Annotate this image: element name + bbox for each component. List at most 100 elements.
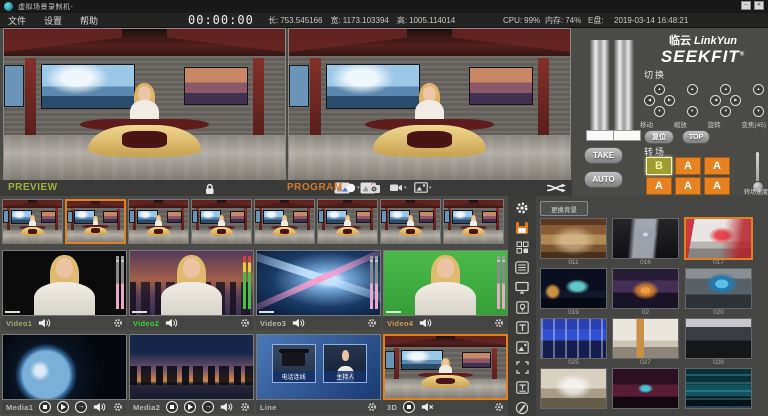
minimize-button[interactable]: ─ [741, 1, 751, 10]
scene-strip-item[interactable] [317, 199, 378, 244]
pad-rotate-down-button[interactable]: ▼ [720, 106, 731, 117]
library-scene-thumbnail[interactable] [540, 368, 607, 409]
settings-tool-icon[interactable] [514, 200, 530, 215]
pad-move-down-button[interactable]: ▼ [654, 106, 665, 117]
pad-move-up-button[interactable]: ▲ [654, 84, 665, 95]
media-settings-gear-icon[interactable] [113, 402, 123, 412]
video-camera-icon[interactable]: ▾ [389, 182, 407, 193]
snapshot-camera-icon[interactable] [367, 182, 381, 194]
source-settings-gear-icon[interactable] [113, 318, 123, 328]
pad-rotate-up-button[interactable]: ▲ [720, 84, 731, 95]
scene-strip-item[interactable] [2, 199, 63, 244]
transition-button-1[interactable]: B [646, 157, 672, 175]
stop-button[interactable] [39, 401, 51, 413]
scene-strip-item[interactable] [191, 199, 252, 244]
library-scene-thumbnail[interactable] [612, 268, 679, 309]
pad-move-left-button[interactable]: ◀ [644, 95, 655, 106]
scene-strip-item[interactable] [443, 199, 504, 244]
playlist-tool-icon[interactable] [514, 260, 530, 275]
text-tool-icon[interactable] [514, 320, 530, 335]
speaker-muted-icon[interactable] [421, 402, 434, 412]
library-scene-thumbnail[interactable] [612, 368, 679, 409]
speaker-icon[interactable] [292, 318, 305, 328]
pad-rotate-left-button[interactable]: ◀ [710, 95, 721, 106]
swap-icon[interactable] [545, 182, 567, 194]
pad-rotate-right-button[interactable]: ▶ [730, 95, 741, 106]
pad-scale-up-button[interactable]: ▲ [687, 84, 698, 95]
close-button[interactable]: ✕ [754, 1, 764, 10]
pad-focus-up-button[interactable]: ▲ [753, 84, 764, 95]
auto-button[interactable]: AUTO [584, 171, 623, 188]
stop-button[interactable] [403, 401, 415, 413]
top-button[interactable]: TOP [682, 130, 710, 144]
library-scene-thumbnail[interactable] [540, 318, 607, 359]
source-settings-gear-icon[interactable] [240, 318, 250, 328]
source-thumb[interactable] [383, 250, 508, 316]
source-settings-gear-icon[interactable] [367, 318, 377, 328]
library-scene-label: 02 [612, 309, 679, 316]
next-button[interactable]: → [202, 401, 214, 413]
record-button[interactable]: ▾ [346, 183, 360, 193]
media-thumb[interactable] [129, 334, 254, 400]
draw-tool-icon[interactable] [514, 400, 530, 415]
media-settings-gear-icon[interactable] [367, 402, 377, 412]
picture-icon[interactable]: ▾ [414, 182, 432, 193]
tbar-left[interactable] [590, 40, 610, 132]
library-scene-thumbnail[interactable] [540, 218, 607, 259]
source-settings-gear-icon[interactable] [494, 318, 504, 328]
stop-button[interactable] [166, 401, 178, 413]
reset-button[interactable]: 复位 [644, 130, 674, 144]
media-thumb[interactable] [383, 334, 508, 400]
image-tool-icon[interactable] [514, 340, 530, 355]
library-scene-thumbnail[interactable] [684, 217, 753, 260]
take-button[interactable]: TAKE [584, 147, 623, 164]
transition-button-5[interactable]: A [675, 177, 701, 195]
tbar-right[interactable] [614, 40, 634, 132]
transition-button-3[interactable]: A [704, 157, 730, 175]
source-thumb[interactable] [256, 250, 381, 316]
media-settings-gear-icon[interactable] [240, 402, 250, 412]
transition-button-2[interactable]: A [675, 157, 701, 175]
scene-strip-item[interactable] [65, 199, 126, 244]
monitor-tool-icon[interactable] [514, 280, 530, 295]
play-button[interactable] [57, 401, 69, 413]
play-button[interactable] [184, 401, 196, 413]
media-thumb[interactable]: 电话连线主持人 [256, 334, 381, 400]
speaker-icon[interactable] [419, 318, 432, 328]
speaker-icon[interactable] [93, 402, 106, 412]
pad-move-right-button[interactable]: ▶ [664, 95, 675, 106]
next-button[interactable]: → [75, 401, 87, 413]
tbar-right-handle[interactable] [613, 130, 641, 141]
menu-file[interactable]: 文件 [4, 13, 30, 27]
library-scene-thumbnail[interactable] [685, 368, 752, 409]
library-scene-thumbnail[interactable] [685, 268, 752, 309]
save-tool-icon[interactable] [514, 220, 530, 235]
media-settings-gear-icon[interactable] [494, 402, 504, 412]
speaker-icon[interactable] [165, 318, 178, 328]
frame-tool-icon[interactable] [514, 360, 530, 375]
library-scene-thumbnail[interactable] [612, 318, 679, 359]
media-thumb[interactable] [2, 334, 127, 400]
library-scene-thumbnail[interactable] [540, 268, 607, 309]
lock-icon[interactable] [203, 183, 216, 195]
menu-help[interactable]: 帮助 [76, 13, 102, 27]
subtitle-tool-icon[interactable] [514, 380, 530, 395]
library-scene-thumbnail[interactable] [685, 318, 752, 359]
speaker-icon[interactable] [38, 318, 51, 328]
light-tool-icon[interactable] [514, 300, 530, 315]
pad-scale-down-button[interactable]: ▼ [687, 106, 698, 117]
change-background-button[interactable]: 更换背景 [540, 201, 588, 216]
scene-strip-item[interactable] [128, 199, 189, 244]
menu-settings[interactable]: 设置 [40, 13, 66, 27]
library-scene-thumbnail[interactable] [612, 218, 679, 259]
source-thumb[interactable] [129, 250, 254, 316]
tbar-left-handle[interactable] [586, 130, 614, 141]
audio-meter [370, 256, 373, 308]
scene-strip-item[interactable] [254, 199, 315, 244]
scenes-tool-icon[interactable] [514, 240, 530, 255]
pad-focus-down-button[interactable]: ▼ [753, 106, 764, 117]
scene-strip-item[interactable] [380, 199, 441, 244]
speaker-icon[interactable] [220, 402, 233, 412]
transition-button-4[interactable]: A [646, 177, 672, 195]
source-thumb[interactable] [2, 250, 127, 316]
